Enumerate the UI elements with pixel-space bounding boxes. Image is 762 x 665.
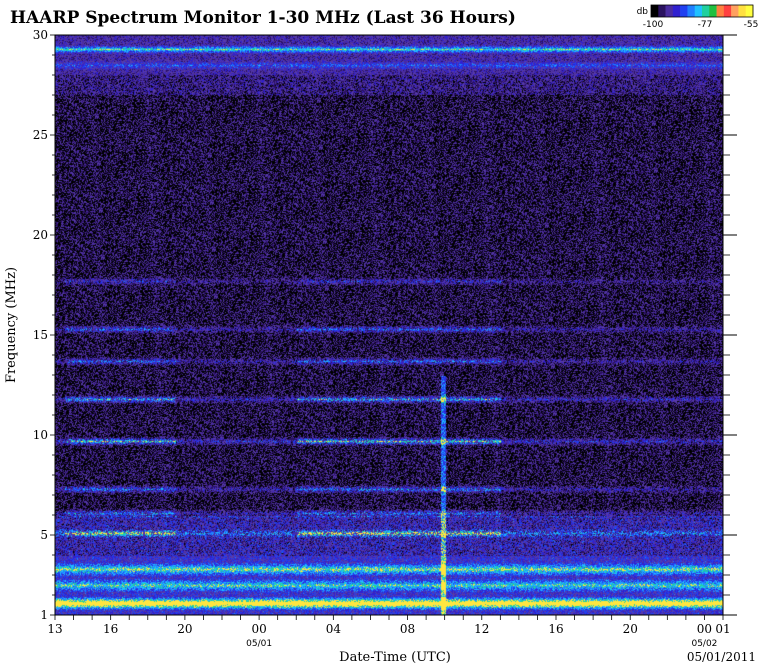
colorbar-unit: db	[637, 7, 649, 17]
y-tick-label: 5	[40, 528, 48, 542]
x-tick-label: 16	[548, 622, 563, 636]
x-tick-label: 16	[103, 622, 118, 636]
x-tick-label: 12	[474, 622, 489, 636]
x-tick-label: 20	[623, 622, 638, 636]
x-date-label: 05/02	[691, 639, 717, 649]
footer-date: 05/01/2011	[687, 650, 756, 664]
colorbar-tick-label: -55	[744, 20, 759, 30]
y-tick-label: 10	[33, 428, 48, 442]
x-tick-label: 00	[251, 622, 266, 636]
spectrum-chart: HAARP Spectrum Monitor 1-30 MHz (Last 36…	[4, 4, 759, 665]
y-tick-label: 1	[40, 608, 48, 622]
colorbar-swatch	[672, 5, 681, 17]
colorbar-swatch	[745, 5, 754, 17]
y-tick-label: 15	[33, 328, 48, 342]
x-tick-label: 01	[715, 622, 730, 636]
colorbar-swatch	[702, 5, 710, 17]
x-axis: 13 16 20 00 04 08 12 16 20 00 0105/01 05/02	[47, 615, 731, 649]
colorbar-swatch	[731, 5, 739, 17]
x-tick-label: 04	[326, 622, 342, 636]
colorbar-swatch	[716, 5, 725, 17]
spectrogram-plot	[54, 34, 737, 616]
colorbar-tick-label: -77	[698, 20, 713, 30]
colorbar-swatch	[680, 5, 688, 17]
colorbar-swatch	[694, 5, 703, 17]
x-tick-label: 20	[177, 622, 192, 636]
colorbar-swatch	[687, 5, 696, 17]
y-tick-label: 30	[33, 28, 48, 42]
y-tick-label: 20	[33, 228, 48, 242]
colorbar-legend: db -100 -77 -55	[637, 4, 759, 30]
colorbar-swatch	[723, 5, 732, 17]
x-tick-label: 00	[697, 622, 712, 636]
x-tick-label: 13	[47, 622, 62, 636]
colorbar-swatch	[665, 5, 674, 17]
y-tick-label: 25	[33, 128, 48, 142]
colorbar-swatch	[709, 5, 717, 17]
y-axis-label: Frequency (MHz)	[4, 267, 19, 383]
x-axis-label: Date-Time (UTC)	[339, 650, 451, 665]
colorbar-swatch	[658, 5, 666, 17]
x-date-label: 05/01	[246, 639, 272, 649]
chart-title: HAARP Spectrum Monitor 1-30 MHz (Last 36…	[10, 8, 516, 28]
spectrogram-image	[55, 35, 723, 615]
colorbar-swatch	[738, 5, 747, 17]
x-tick-label: 08	[400, 622, 415, 636]
colorbar-tick-label: -100	[643, 20, 664, 30]
colorbar-swatch	[651, 5, 659, 17]
